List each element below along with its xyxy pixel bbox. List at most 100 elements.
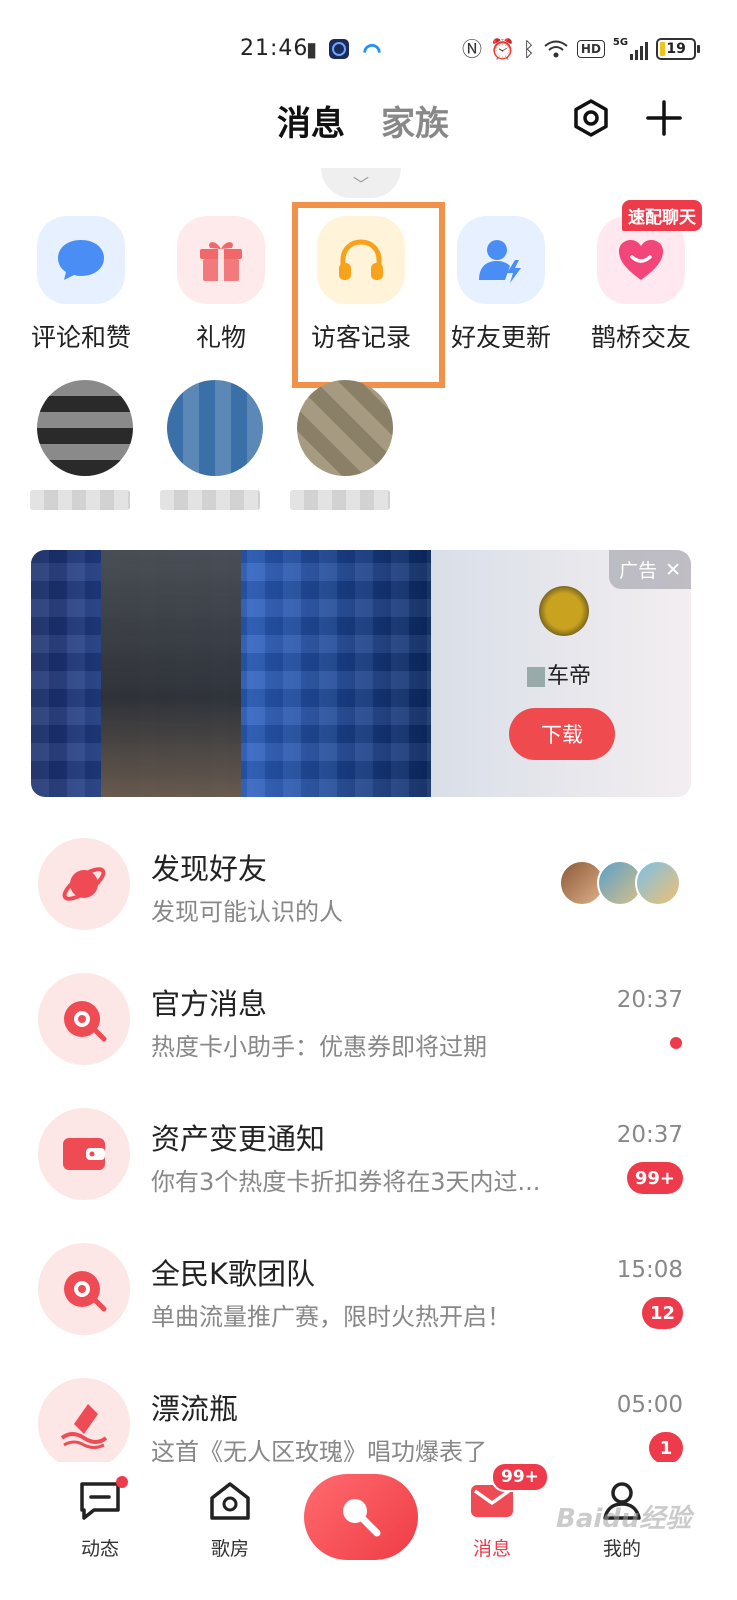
user-update-icon — [479, 240, 521, 283]
app-notification-icon — [329, 39, 350, 59]
list-item-ksong-team[interactable]: 全民K歌团队 单曲流量推广赛，限时火热开启！ 15:08 12 — [0, 1225, 737, 1360]
quick-label: 礼物 — [195, 323, 246, 352]
quick-gifts[interactable]: 礼物 — [151, 216, 291, 354]
tab-messages[interactable]: 消息 — [277, 96, 345, 145]
feed-icon — [80, 1482, 120, 1520]
add-button[interactable] — [642, 96, 686, 140]
heart-icon — [619, 240, 663, 280]
ad-tag-label: 广告 — [619, 560, 658, 582]
status-right-icons: Ⓝ ⏰ ᛒ HD 5G 19 — [462, 36, 701, 62]
unread-badge: 12 — [641, 1297, 683, 1329]
suggested-avatars — [559, 860, 683, 906]
wallet-icon — [63, 1138, 105, 1170]
team-icon-bg — [38, 1243, 130, 1335]
visitor-item[interactable] — [290, 380, 400, 510]
discover-icon-bg — [38, 838, 130, 930]
visitor-item[interactable] — [30, 380, 140, 510]
unread-badge: 99+ — [626, 1162, 683, 1194]
plus-icon — [646, 100, 682, 136]
nav-label: 歌房 — [210, 1538, 249, 1560]
status-time: 21:46 — [240, 36, 309, 61]
planet-icon — [62, 867, 106, 901]
visitor-name-blurred — [290, 490, 390, 510]
avatar — [297, 380, 393, 476]
hd-indicator: HD — [576, 40, 605, 58]
alert-icon: ▮ — [306, 37, 318, 61]
nav-sing-button[interactable] — [304, 1474, 418, 1560]
list-item-time: 05:00 — [616, 1392, 683, 1418]
pull-down-handle[interactable]: ﹀ — [321, 168, 401, 198]
status-bar: 21:46 ▮ Ⓝ ⏰ ᛒ HD 5G 19 — [0, 30, 737, 70]
nav-label: 我的 — [602, 1538, 641, 1560]
nav-label: 动态 — [80, 1538, 119, 1560]
ad-brand-text: 车帝 — [547, 664, 592, 689]
nav-feed[interactable]: 动态 — [50, 1476, 150, 1561]
notification-dot — [116, 1476, 128, 1488]
official-icon-bg — [38, 973, 130, 1065]
list-item-title: 官方消息 — [151, 987, 268, 1021]
list-item-subtitle: 你有3个热度卡折扣券将在3天内过... — [151, 1168, 541, 1196]
header: 消息 家族 — [0, 96, 737, 146]
chat-bubble-icon — [58, 240, 104, 280]
microphone-icon — [343, 1499, 381, 1537]
nav-label: 消息 — [472, 1538, 511, 1560]
comments-icon-bg — [37, 216, 125, 304]
ad-tag[interactable]: 广告 ✕ — [609, 550, 691, 589]
settings-icon — [574, 99, 608, 137]
room-icon — [210, 1482, 250, 1520]
wallet-icon-bg — [38, 1108, 130, 1200]
highlight-annotation-box — [292, 202, 445, 388]
list-item-time: 20:37 — [616, 1122, 683, 1148]
quick-label: 鹊桥交友 — [590, 323, 691, 352]
watermark: Baidu经验 — [556, 1504, 692, 1534]
list-item-subtitle: 热度卡小助手：优惠券即将过期 — [151, 1033, 487, 1061]
list-item-title: 发现好友 — [151, 852, 268, 886]
bottle-icon-bg — [38, 1378, 130, 1470]
quick-label: 好友更新 — [450, 323, 551, 352]
messages-badge: 99+ — [491, 1462, 549, 1492]
unread-dot — [670, 1037, 682, 1049]
chevron-down-icon: ﹀ — [352, 175, 369, 194]
bluetooth-icon: ᛒ — [522, 37, 535, 61]
avatar — [37, 380, 133, 476]
recent-visitors — [30, 380, 450, 520]
visitor-item[interactable] — [160, 380, 270, 510]
friend-update-icon-bg — [457, 216, 545, 304]
ad-image — [31, 550, 431, 797]
tab-family[interactable]: 家族 — [381, 96, 449, 145]
close-icon[interactable]: ✕ — [665, 559, 681, 581]
list-item-title: 全民K歌团队 — [151, 1257, 316, 1291]
gift-icon — [200, 242, 242, 281]
ad-banner[interactable]: 广告 ✕ — [31, 550, 691, 797]
network-type-label: 5G — [612, 37, 629, 48]
quick-comments-likes[interactable]: 评论和赞 — [11, 216, 151, 354]
list-item-title: 资产变更通知 — [151, 1122, 326, 1156]
visitor-name-blurred — [160, 490, 260, 510]
ad-brand-name: 车帝 — [527, 658, 591, 690]
nav-rooms[interactable]: 歌房 — [180, 1478, 280, 1561]
ad-download-button[interactable]: 下载 — [509, 708, 615, 760]
list-item-subtitle: 单曲流量推广赛，限时火热开启！ — [151, 1303, 511, 1331]
team-icon — [64, 1271, 107, 1312]
quick-matchmaking[interactable]: 鹊桥交友 — [571, 216, 711, 354]
nfc-icon: Ⓝ — [462, 37, 482, 61]
list-item-asset-notification[interactable]: 资产变更通知 你有3个热度卡折扣券将在3天内过... 20:37 99+ — [0, 1090, 737, 1225]
quick-label: 评论和赞 — [30, 323, 131, 352]
avatar — [167, 380, 263, 476]
list-item-official-messages[interactable]: 官方消息 热度卡小助手：优惠券即将过期 20:37 — [0, 955, 737, 1090]
visitor-name-blurred — [30, 490, 130, 510]
gift-icon-bg — [177, 216, 265, 304]
settings-button[interactable] — [569, 96, 613, 140]
quick-friend-updates[interactable]: 好友更新 — [431, 216, 571, 354]
list-item-time: 20:37 — [616, 987, 683, 1013]
list-item-time: 15:08 — [616, 1257, 683, 1283]
ad-brand-logo — [539, 586, 589, 636]
official-icon — [64, 1001, 107, 1042]
status-left-icons: ▮ — [306, 36, 383, 62]
sync-icon — [363, 44, 381, 53]
list-item-discover-friends[interactable]: 发现好友 发现可能认识的人 — [0, 820, 737, 955]
avatar — [635, 860, 681, 906]
alarm-icon: ⏰ — [490, 37, 515, 61]
matchmaking-badge: 速配聊天 — [622, 200, 702, 231]
wifi-icon — [544, 40, 568, 58]
